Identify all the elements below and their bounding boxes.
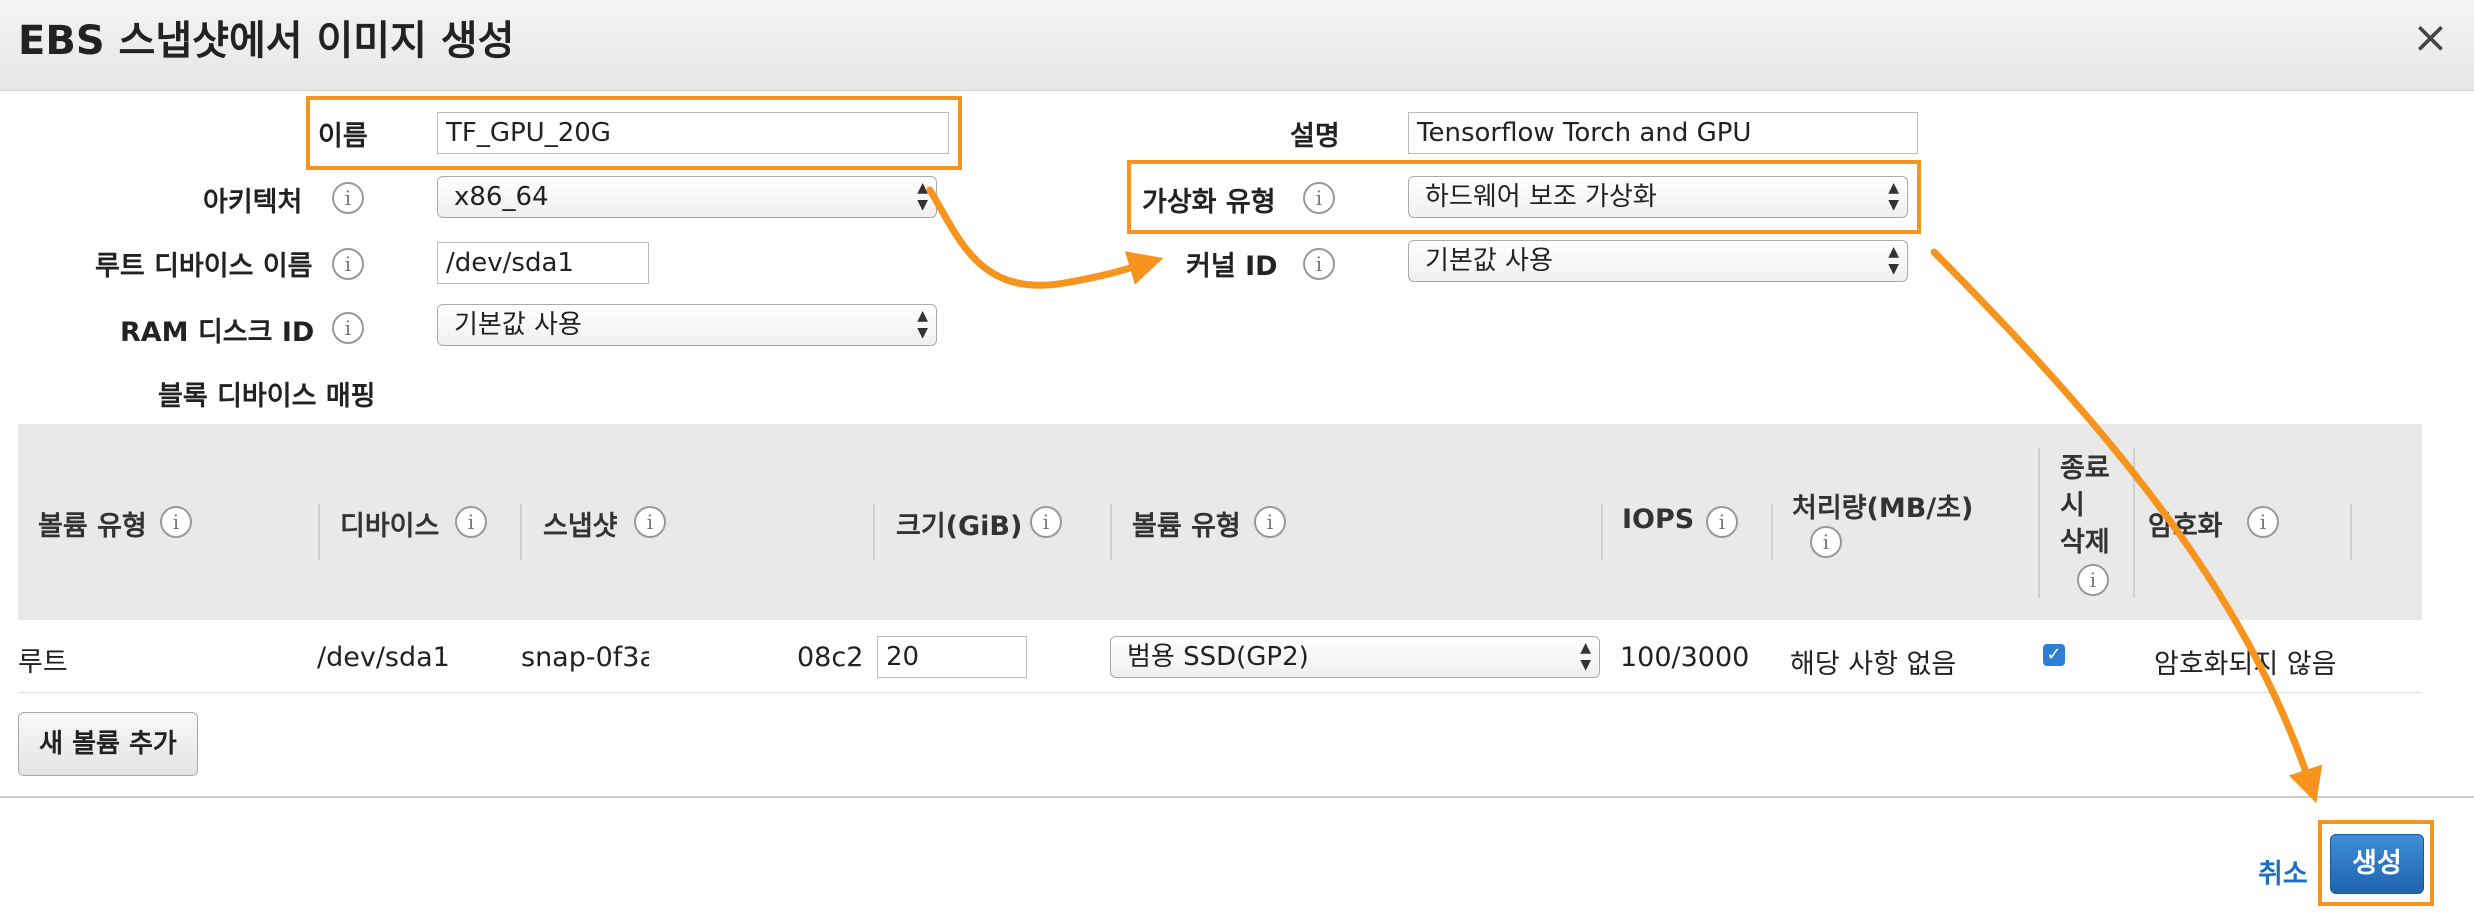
arrow-to-create [1930,248,2323,804]
arrow-to-virtualization [926,186,1164,289]
annotation-arrows [926,186,2323,804]
